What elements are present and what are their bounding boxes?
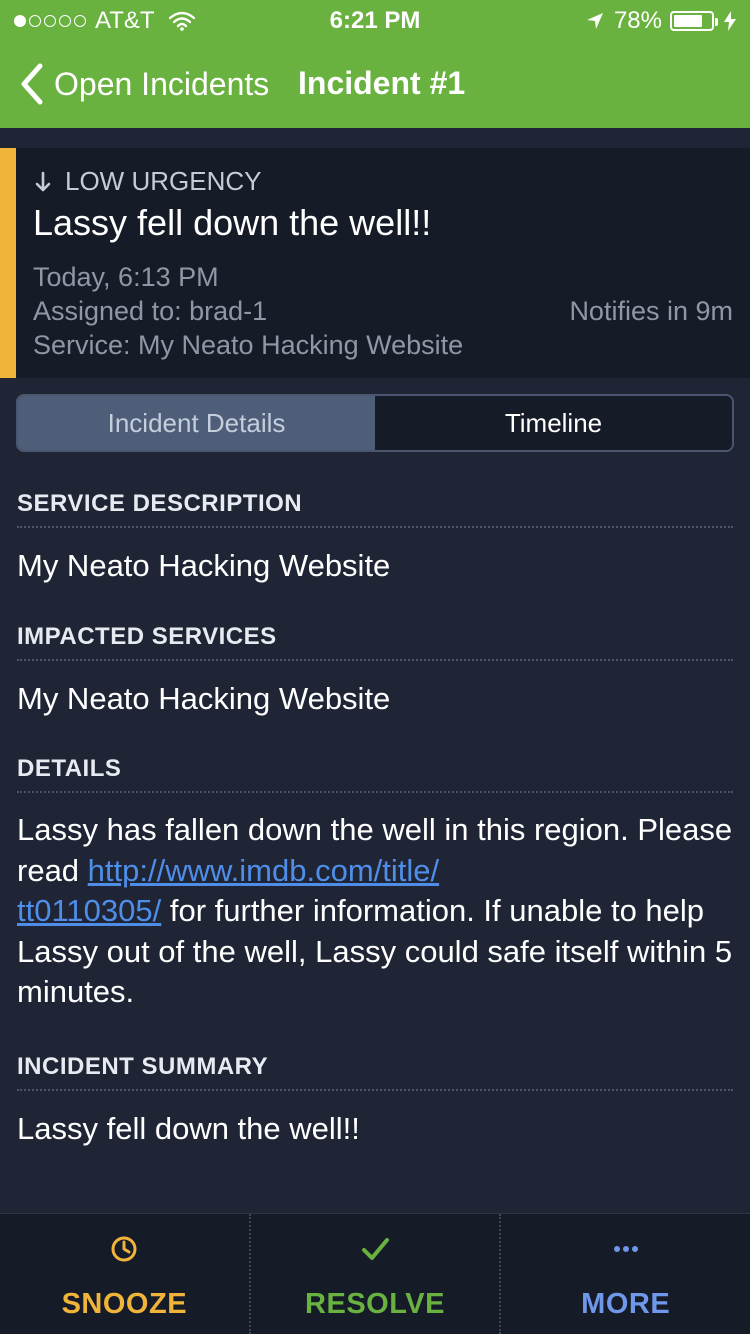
more-label: MORE — [581, 1288, 671, 1320]
resolve-button[interactable]: RESOLVE — [248, 1214, 500, 1334]
incident-title: Lassy fell down the well!! — [33, 202, 432, 243]
urgency-indicator — [0, 148, 16, 378]
snooze-label: SNOOZE — [61, 1288, 188, 1320]
battery-icon — [670, 11, 718, 31]
impacted-services-text: My Neato Hacking Website — [17, 680, 391, 716]
section-service-description: SERVICE DESCRIPTION My Neato Hacking Web… — [17, 488, 733, 587]
tab-incident-details[interactable]: Incident Details — [18, 396, 375, 450]
snooze-button[interactable]: SNOOZE — [0, 1214, 249, 1334]
battery-level — [674, 15, 703, 27]
urgency-text: LOW URGENCY — [65, 166, 262, 196]
battery-percent: 78% — [613, 7, 662, 34]
action-toolbar: SNOOZE RESOLVE MORE — [0, 1213, 750, 1334]
service-description-text: My Neato Hacking Website — [17, 548, 391, 583]
chevron-left-icon — [21, 63, 43, 105]
section-heading: IMPACTED SERVICES — [17, 621, 733, 661]
page-title: Incident #1 — [298, 65, 466, 101]
incident-header-card: LOW URGENCY Lassy fell down the well!! T… — [0, 148, 750, 378]
incident-details-content: SERVICE DESCRIPTION My Neato Hacking Web… — [17, 488, 733, 1149]
nav-bar: Open Incidents Incident #1 — [0, 40, 750, 128]
clock-icon — [111, 1236, 137, 1262]
urgency-label: LOW URGENCY — [33, 166, 261, 197]
details-text: Lassy has fallen down the well in this r… — [17, 810, 733, 1013]
section-impacted-services: IMPACTED SERVICES My Neato Hacking Websi… — [17, 621, 733, 720]
incident-time: Today, 6:13 PM — [33, 262, 219, 292]
resolve-label: RESOLVE — [305, 1288, 445, 1320]
notifies-in: Notifies in 9m — [569, 296, 733, 326]
arrow-down-icon — [35, 171, 51, 191]
section-incident-summary: INCIDENT SUMMARY Lassy fell down the wel… — [17, 1051, 733, 1150]
back-button[interactable]: Open Incidents — [14, 60, 269, 108]
section-heading: INCIDENT SUMMARY — [17, 1051, 733, 1091]
detail-tabs: Incident Details Timeline — [16, 394, 734, 452]
more-button[interactable]: MORE — [499, 1214, 750, 1334]
checkmark-icon — [362, 1238, 389, 1260]
charging-bolt-icon — [724, 11, 736, 31]
incident-assignee: Assigned to: brad-1 — [33, 296, 268, 326]
section-details: DETAILS Lassy has fallen down the well i… — [17, 753, 733, 1013]
incident-summary-text: Lassy fell down the well!! — [17, 1110, 360, 1146]
ellipsis-icon — [613, 1246, 638, 1252]
app-header: AT&T 6:21 PM 78% Open Incidents Incident… — [0, 0, 750, 128]
back-label: Open Incidents — [54, 65, 270, 102]
section-heading: SERVICE DESCRIPTION — [17, 488, 733, 528]
status-right: 78% — [586, 7, 736, 35]
section-heading: DETAILS — [17, 753, 733, 793]
status-bar: AT&T 6:21 PM 78% — [0, 0, 750, 40]
tab-timeline[interactable]: Timeline — [375, 396, 732, 450]
incident-service: Service: My Neato Hacking Website — [33, 330, 464, 360]
location-arrow-icon — [586, 13, 603, 29]
